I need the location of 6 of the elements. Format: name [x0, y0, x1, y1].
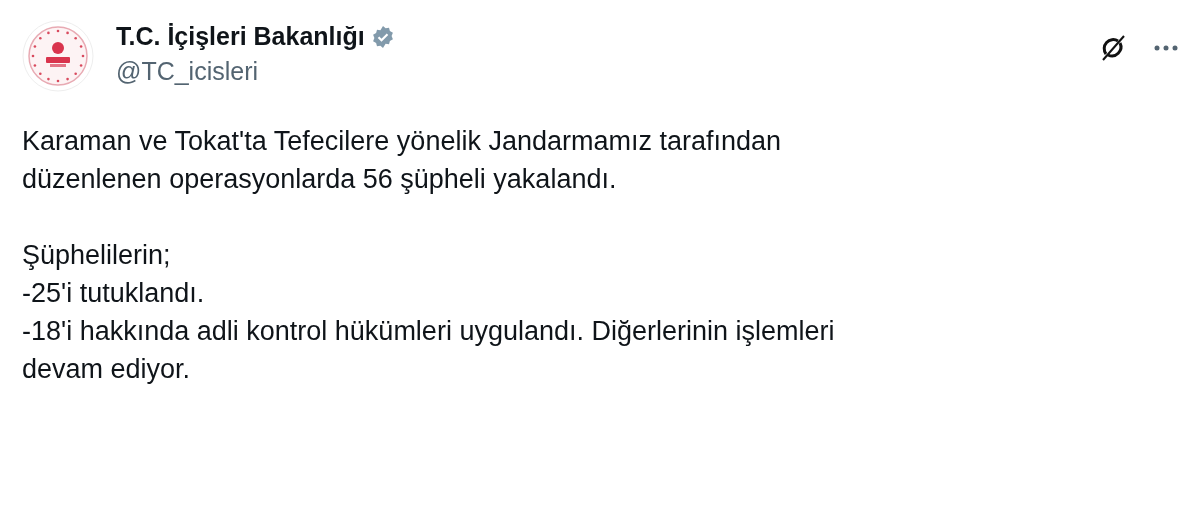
- tweet-text: Şüphelilerin; -25'i tutuklandı. -18'i hakkında adli kontrol hükümleri uygulandı. Diğerlerinin işlemleri devam ediyor.: [22, 239, 836, 386]
- emblem-avatar-icon[interactable]: [22, 20, 94, 92]
- account-name[interactable]: T.C. İçişleri Bakanlığı: [116, 22, 365, 51]
- account-handle[interactable]: @TC_icisleri: [116, 57, 1076, 86]
- more-icon[interactable]: [1154, 45, 1178, 51]
- tweet-text: Karaman ve Tokat'ta Tefecilere yönelik Jandarmamız tarafından düzenlenen operasyonlarda 56 şüpheli yakalandı.: [22, 125, 783, 196]
